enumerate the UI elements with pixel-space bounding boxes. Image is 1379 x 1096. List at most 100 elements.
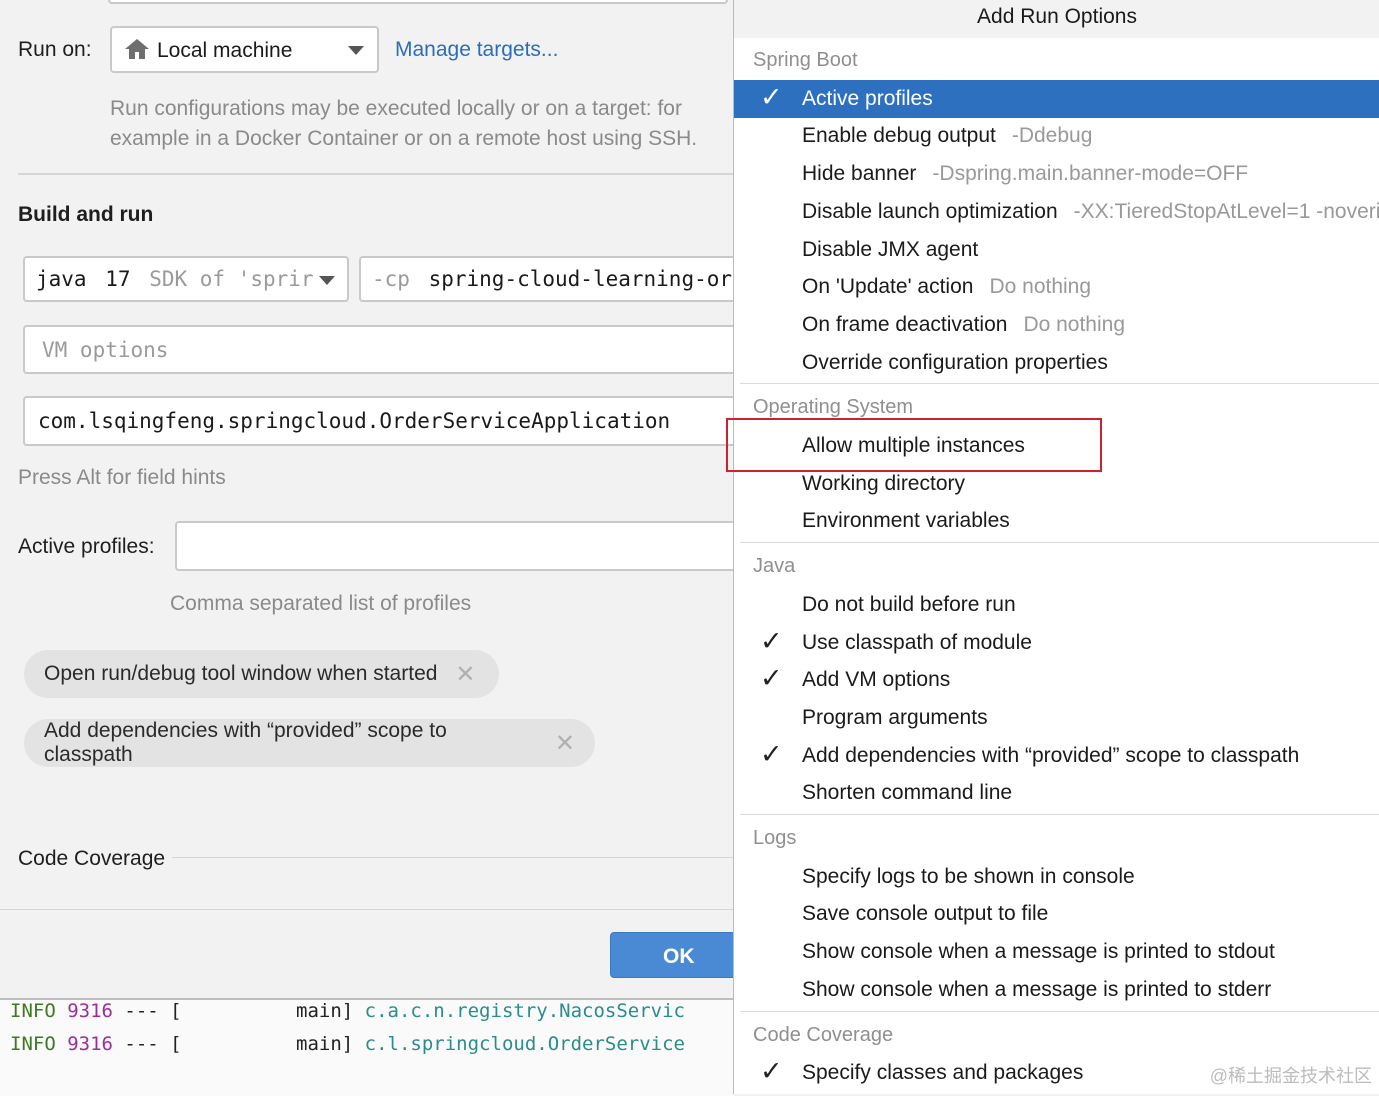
run-option-label: Disable launch optimization — [802, 199, 1058, 223]
add-run-options-popup: Add Run Options Spring Boot ✓ Active profi… — [733, 0, 1379, 1094]
run-on-value: Local machine — [157, 39, 293, 62]
jre-version: 17 — [105, 267, 131, 291]
run-option-item[interactable]: Program arguments — [734, 699, 1379, 737]
console-line: INFO 9316 --- [ main] c.l.springcloud.Or… — [10, 1033, 685, 1055]
run-option-label: Disable JMX agent — [802, 237, 979, 261]
highlight-box — [726, 418, 1102, 472]
option-tag[interactable]: Add dependencies with “provided” scope t… — [24, 719, 595, 767]
close-icon[interactable]: ✕ — [455, 660, 475, 689]
run-option-label: On frame deactivation — [802, 312, 1008, 336]
run-option-item[interactable]: On 'Update' action Do nothing — [734, 268, 1379, 306]
run-option-item[interactable]: Hide banner -Dspring.main.banner-mode=OFF — [734, 155, 1379, 193]
run-option-item[interactable]: Disable launch optimization -XX:TieredSto… — [734, 193, 1379, 231]
run-option-label: Shorten command line — [802, 781, 1013, 805]
run-option-item[interactable]: Show console when a message is printed t… — [734, 971, 1379, 1009]
group-header: Spring Boot — [753, 49, 858, 71]
run-on-dropdown[interactable]: Local machine — [110, 26, 379, 73]
run-option-hint: Do nothing — [1023, 312, 1126, 336]
cp-prefix: -cp — [372, 267, 410, 291]
ok-button[interactable]: OK — [610, 932, 733, 978]
run-option-label: Show console when a message is printed t… — [802, 977, 1272, 1001]
run-option-item[interactable]: ✓ Add dependencies with “provided” scope … — [734, 737, 1379, 775]
top-field-edge — [108, 0, 728, 4]
code-coverage-section[interactable]: Code Coverage — [18, 847, 165, 871]
run-option-label: Use classpath of module — [802, 630, 1032, 654]
checkmark-icon: ✓ — [760, 663, 783, 694]
option-tag-label: Open run/debug tool window when started — [44, 662, 438, 685]
run-option-item[interactable]: ✓ Active profiles — [734, 79, 1379, 118]
build-and-run-heading: Build and run — [18, 203, 154, 226]
option-tag[interactable]: Open run/debug tool window when started … — [24, 650, 499, 698]
run-option-item[interactable]: Environment variables — [734, 502, 1379, 540]
popup-title: Add Run Options — [734, 0, 1379, 38]
checkmark-icon: ✓ — [760, 1056, 783, 1087]
run-option-item[interactable]: Shorten command line — [734, 774, 1379, 812]
run-option-hint: -Ddebug — [1011, 124, 1093, 148]
run-option-label: Add VM options — [802, 668, 951, 692]
jre-dropdown[interactable]: java 17 SDK of 'sprir — [23, 256, 349, 302]
checkmark-icon: ✓ — [760, 738, 783, 769]
group-divider — [740, 1010, 1379, 1012]
run-option-label: Specify classes and packages — [802, 1061, 1084, 1085]
run-on-hint-line-2: example in a Docker Container or on a re… — [110, 127, 698, 150]
run-on-label: Run on: — [18, 38, 92, 61]
footer-divider — [0, 909, 733, 910]
run-console: INFO 9316 --- [ main] c.a.c.n.registry.N… — [0, 998, 733, 1096]
group-divider — [740, 383, 1379, 385]
close-icon[interactable]: ✕ — [555, 729, 575, 758]
run-option-item[interactable]: Show console when a message is printed t… — [734, 933, 1379, 971]
run-option-label: On 'Update' action — [802, 275, 974, 299]
group-header: Code Coverage — [753, 1023, 894, 1046]
option-tag-label: Add dependencies with “provided” scope t… — [44, 719, 447, 766]
run-option-item[interactable]: Save console output to file — [734, 895, 1379, 933]
classpath-field[interactable]: -cp spring-cloud-learning-or — [359, 256, 733, 302]
chevron-down-icon — [348, 46, 364, 55]
jre-java: java — [36, 267, 87, 291]
field-hints-text: Press Alt for field hints — [18, 466, 226, 489]
run-option-item[interactable]: Disable JMX agent — [734, 231, 1379, 269]
main-class-field[interactable]: com.lsqingfeng.springcloud.OrderServiceA… — [23, 396, 733, 446]
run-option-item[interactable]: Enable debug output -Ddebug — [734, 117, 1379, 155]
run-option-label: Hide banner — [802, 162, 917, 186]
run-option-item[interactable]: Specify logs to be shown in console — [734, 858, 1379, 896]
group-header: Java — [753, 555, 796, 578]
manage-targets-link[interactable]: Manage targets... — [395, 38, 558, 62]
run-option-item[interactable]: ✓ Add VM options — [734, 661, 1379, 699]
run-option-label: Add dependencies with “provided” scope t… — [802, 743, 1300, 767]
run-option-hint: -Dspring.main.banner-mode=OFF — [932, 162, 1249, 186]
run-option-label: Specify logs to be shown in console — [802, 864, 1135, 888]
run-option-label: Show console when a message is printed t… — [802, 940, 1275, 964]
ok-button-label: OK — [663, 945, 695, 968]
chevron-down-icon — [319, 276, 335, 285]
run-option-hint: -XX:TieredStopAtLevel=1 -noveri — [1073, 199, 1379, 223]
run-option-label: Program arguments — [802, 705, 988, 729]
run-option-label: Override configuration properties — [802, 350, 1108, 374]
active-profiles-input[interactable] — [175, 521, 733, 571]
active-profiles-label: Active profiles: — [18, 535, 155, 558]
run-option-item[interactable]: On frame deactivation Do nothing — [734, 306, 1379, 344]
run-option-label: Enable debug output — [802, 124, 996, 148]
group-header: Logs — [753, 827, 797, 849]
divider — [172, 857, 733, 858]
group-header: Operating System — [753, 396, 914, 419]
run-option-hint: Do nothing — [989, 275, 1092, 299]
vm-options-field[interactable]: VM options — [23, 325, 733, 374]
console-line: INFO 9316 --- [ main] c.a.c.n.registry.N… — [10, 1000, 685, 1022]
run-option-item[interactable]: Do not build before run — [734, 586, 1379, 624]
run-on-hint-line-1: Run configurations may be executed local… — [110, 97, 682, 120]
vm-options-placeholder: VM options — [42, 338, 169, 362]
group-divider — [740, 814, 1379, 815]
run-option-item[interactable]: ✓ Use classpath of module — [734, 624, 1379, 662]
run-configuration-dialog: Run on: Local machine Manage targets... … — [0, 0, 733, 998]
group-divider — [740, 542, 1379, 544]
run-option-label: Active profiles — [802, 86, 933, 110]
divider — [18, 173, 733, 175]
checkmark-icon: ✓ — [760, 81, 783, 112]
run-option-item[interactable]: Override configuration properties — [734, 344, 1379, 382]
checkmark-icon: ✓ — [760, 625, 783, 656]
run-option-label: Environment variables — [802, 509, 1010, 533]
run-option-label: Save console output to file — [802, 902, 1049, 926]
cp-value: spring-cloud-learning-or — [428, 267, 733, 291]
watermark: @稀土掘金技术社区 — [1209, 1066, 1372, 1086]
jre-description: SDK of 'sprir — [149, 267, 314, 291]
